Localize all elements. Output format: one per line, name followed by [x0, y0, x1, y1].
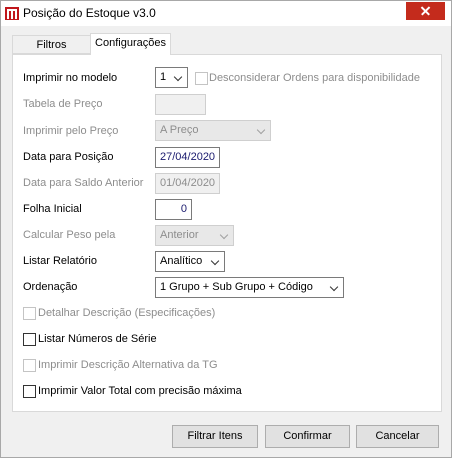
tabela-preco-label: Tabela de Preço [23, 98, 103, 110]
data-saldo-field[interactable]: 01/04/2020 [155, 173, 220, 194]
desconsiderar-checkbox[interactable] [195, 72, 208, 85]
folha-inicial-label: Folha Inicial [23, 203, 82, 215]
imprimir-preco-label: Imprimir pelo Preço [23, 125, 119, 137]
chevron-down-icon [173, 72, 183, 82]
imprimir-desc-alt-checkbox[interactable] [23, 359, 36, 372]
window-title: Posição do Estoque v3.0 [23, 6, 156, 20]
imprimir-valor-total-label: Imprimir Valor Total com precisão máxima [38, 385, 242, 397]
imprimir-preco-select[interactable]: A Preço [155, 120, 271, 141]
calcular-peso-value: Anterior [160, 229, 199, 241]
cancelar-button[interactable]: Cancelar [356, 425, 439, 448]
tab-filtros[interactable]: Filtros [12, 35, 91, 54]
imprimir-modelo-select[interactable]: 1 [155, 67, 188, 88]
close-icon[interactable] [406, 2, 445, 20]
title-bar[interactable]: Posição do Estoque v3.0 [1, 1, 451, 26]
filtrar-itens-button[interactable]: Filtrar Itens [172, 425, 258, 448]
chevron-down-icon [329, 282, 339, 292]
chevron-down-icon [210, 256, 220, 266]
listar-numeros-label: Listar Números de Série [38, 333, 157, 345]
folha-inicial-field[interactable]: 0 [155, 199, 192, 220]
tabela-preco-field[interactable] [155, 94, 206, 115]
ordenacao-value: 1 Grupo + Sub Grupo + Código [160, 281, 313, 293]
data-saldo-label: Data para Saldo Anterior [23, 177, 144, 189]
imprimir-modelo-value: 1 [160, 71, 167, 83]
app-logo-icon [5, 7, 19, 20]
detalhar-checkbox[interactable] [23, 307, 36, 320]
tab-configuracoes[interactable]: Configurações [90, 33, 171, 55]
imprimir-valor-total-checkbox[interactable] [23, 385, 36, 398]
imprimir-desc-alt-label: Imprimir Descrição Alternativa da TG [38, 359, 218, 371]
ordenacao-label: Ordenação [23, 281, 78, 293]
dialog-window: Posição do Estoque v3.0 Filtros Configur… [0, 0, 452, 458]
listar-relatorio-label: Listar Relatório [23, 255, 97, 267]
listar-relatorio-select[interactable]: Analítico [155, 251, 225, 272]
calcular-peso-select[interactable]: Anterior [155, 225, 234, 246]
confirmar-button[interactable]: Confirmar [265, 425, 350, 448]
ordenacao-select[interactable]: 1 Grupo + Sub Grupo + Código [155, 277, 344, 298]
listar-numeros-checkbox[interactable] [23, 333, 36, 346]
imprimir-preco-value: A Preço [160, 124, 199, 136]
desconsiderar-label: Desconsiderar Ordens para disponibilidad… [209, 72, 420, 84]
chevron-down-icon [219, 230, 229, 240]
calcular-peso-label: Calcular Peso pela [23, 229, 116, 241]
listar-relatorio-value: Analítico [160, 255, 203, 267]
data-posicao-field[interactable]: 27/04/2020 [155, 147, 220, 168]
imprimir-modelo-label: Imprimir no modelo [23, 72, 118, 84]
detalhar-label: Detalhar Descrição (Especificações) [38, 307, 216, 319]
chevron-down-icon [256, 125, 266, 135]
data-posicao-label: Data para Posição [23, 151, 114, 163]
